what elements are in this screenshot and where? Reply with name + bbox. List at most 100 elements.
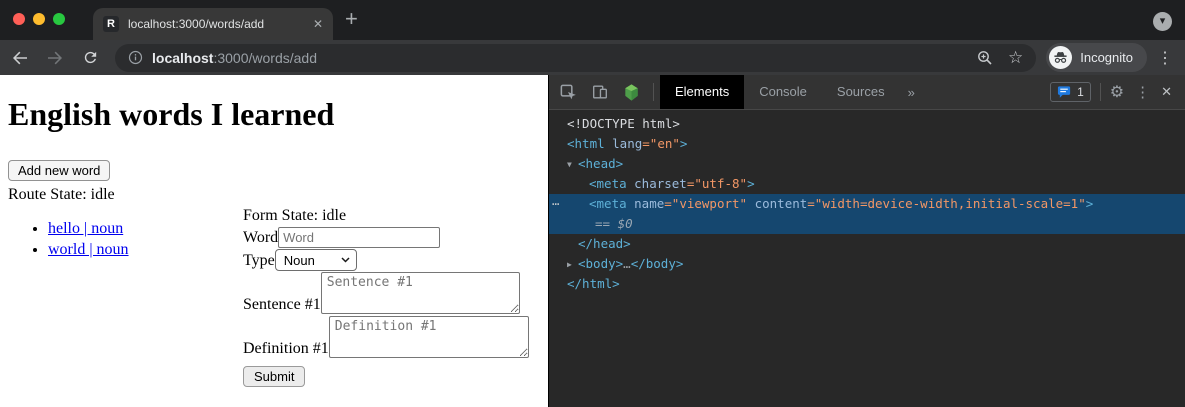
list-item: world | noun — [48, 241, 243, 259]
code-token: <meta — [589, 196, 634, 211]
page-columns: hello | noun world | noun Form State: idl… — [8, 204, 540, 387]
code-token: <html — [567, 136, 612, 151]
dom-node[interactable]: ▼<head> — [549, 154, 1185, 174]
close-devtools-icon[interactable]: ✕ — [1161, 84, 1172, 100]
back-button[interactable] — [8, 46, 32, 70]
chevron-down-icon: ▾ — [1160, 16, 1166, 27]
elements-tree: <!DOCTYPE html><html lang="en">▼<head><m… — [549, 110, 1185, 407]
inspect-element-button[interactable] — [559, 83, 578, 102]
extension-gem-icon[interactable] — [622, 83, 641, 102]
add-new-word-button[interactable]: Add new word — [8, 160, 110, 181]
code-token — [747, 196, 755, 211]
devtools-menu-icon[interactable]: ⋮ — [1135, 83, 1150, 101]
dom-node[interactable]: <html lang="en"> — [549, 134, 1185, 154]
submit-button[interactable]: Submit — [243, 366, 305, 387]
code-token: … — [623, 256, 631, 271]
dom-node[interactable]: <meta charset="utf-8"> — [549, 174, 1185, 194]
browser-tab[interactable]: R localhost:3000/words/add ✕ — [93, 8, 333, 40]
code-token: <meta — [589, 176, 634, 191]
dom-node[interactable]: <!DOCTYPE html> — [549, 114, 1185, 134]
code-token: > — [1086, 196, 1094, 211]
code-token: </head> — [578, 236, 631, 251]
info-icon[interactable] — [128, 50, 143, 65]
message-bubble-icon — [1057, 85, 1072, 99]
close-tab-icon[interactable]: ✕ — [313, 17, 323, 31]
zoom-window-button[interactable] — [53, 13, 65, 25]
code-token: ="en" — [642, 136, 680, 151]
definition-textarea[interactable] — [329, 316, 529, 358]
word-label: Word — [243, 228, 278, 247]
words-list: hello | noun world | noun — [8, 220, 243, 259]
code-token: <!DOCTYPE html> — [567, 116, 680, 131]
toolbar-divider — [1100, 83, 1101, 101]
url-path: :3000/words/add — [213, 50, 317, 66]
device-icon — [591, 83, 609, 101]
devtools-panel: Elements Console Sources » 1 ⚙ ⋮ ✕ <!DOC… — [548, 75, 1185, 407]
code-token: ="width=device-width,initial-scale=1" — [807, 196, 1085, 211]
devtools-toolbar: Elements Console Sources » 1 ⚙ ⋮ ✕ — [549, 75, 1185, 110]
dom-node[interactable]: </head> — [549, 234, 1185, 254]
dom-node[interactable]: ▶<body>…</body> — [549, 254, 1185, 274]
bookmark-star-icon[interactable]: ☆ — [1008, 49, 1023, 66]
browser-menu-button[interactable]: ⋮ — [1157, 48, 1173, 68]
tab-search-button[interactable]: ▾ — [1153, 12, 1172, 31]
tab-title: localhost:3000/words/add — [128, 17, 307, 31]
expand-arrow-icon[interactable]: ▼ — [567, 155, 578, 175]
sentence-row: Sentence #1 — [243, 272, 540, 314]
url-text: localhost:3000/words/add — [152, 50, 317, 66]
console-messages-button[interactable]: 1 — [1050, 82, 1091, 102]
browser-window: R localhost:3000/words/add ✕ + ▾ localho… — [0, 0, 1185, 407]
url-host: localhost — [152, 50, 213, 66]
code-token: <body> — [578, 256, 623, 271]
browser-toolbar: localhost:3000/words/add ☆ Incognito ⋮ — [0, 40, 1185, 75]
code-token: > — [680, 136, 688, 151]
code-token: </body> — [631, 256, 684, 271]
type-row: Type Noun — [243, 249, 540, 271]
word-link[interactable]: world | noun — [48, 241, 129, 258]
code-token: charset — [634, 176, 687, 191]
back-arrow-icon — [12, 50, 28, 66]
incognito-avatar — [1049, 46, 1072, 69]
expand-arrow-icon[interactable]: ▶ — [567, 255, 578, 275]
route-state-text: Route State: idle — [8, 185, 540, 204]
tab-sources[interactable]: Sources — [822, 75, 900, 109]
minimize-window-button[interactable] — [33, 13, 45, 25]
node-options-icon[interactable]: ⋯ — [552, 194, 560, 214]
dom-node-selected[interactable]: ⋯<meta name="viewport" content="width=de… — [549, 194, 1185, 214]
code-token: ="viewport" — [664, 196, 747, 211]
code-token: > — [747, 176, 755, 191]
settings-gear-icon[interactable]: ⚙ — [1110, 82, 1124, 102]
dom-node[interactable]: </html> — [549, 274, 1185, 294]
sentence-textarea[interactable] — [321, 272, 520, 314]
incognito-icon — [1053, 50, 1068, 65]
word-row: Word — [243, 227, 540, 248]
remix-favicon-icon: R — [103, 16, 119, 32]
code-token: name — [634, 196, 664, 211]
more-tabs-icon[interactable]: » — [900, 85, 923, 100]
incognito-label: Incognito — [1080, 50, 1133, 65]
web-page: English words I learned Add new word Rou… — [0, 75, 548, 407]
dom-node-selected[interactable]: == $0 — [549, 214, 1185, 234]
reload-button[interactable] — [78, 46, 102, 70]
address-bar[interactable]: localhost:3000/words/add ☆ — [115, 44, 1036, 72]
word-link[interactable]: hello | noun — [48, 220, 123, 237]
code-token: lang — [612, 136, 642, 151]
tab-elements[interactable]: Elements — [660, 75, 744, 109]
tab-console[interactable]: Console — [744, 75, 822, 109]
word-input[interactable] — [278, 227, 440, 248]
definition-label: Definition #1 — [243, 339, 329, 358]
device-toolbar-button[interactable] — [591, 83, 609, 101]
new-tab-button[interactable]: + — [345, 6, 358, 32]
incognito-badge: Incognito — [1046, 43, 1147, 72]
type-select[interactable]: Noun — [275, 249, 357, 271]
zoom-icon[interactable] — [977, 50, 993, 66]
forward-arrow-icon — [47, 50, 63, 66]
forward-button[interactable] — [43, 46, 67, 70]
list-item: hello | noun — [48, 220, 243, 238]
words-column: hello | noun world | noun — [8, 204, 243, 387]
reload-icon — [82, 49, 99, 66]
code-token: ="utf-8" — [687, 176, 747, 191]
add-word-form: Form State: idle Word Type Noun — [243, 204, 540, 387]
close-window-button[interactable] — [13, 13, 25, 25]
definition-row: Definition #1 — [243, 316, 540, 358]
